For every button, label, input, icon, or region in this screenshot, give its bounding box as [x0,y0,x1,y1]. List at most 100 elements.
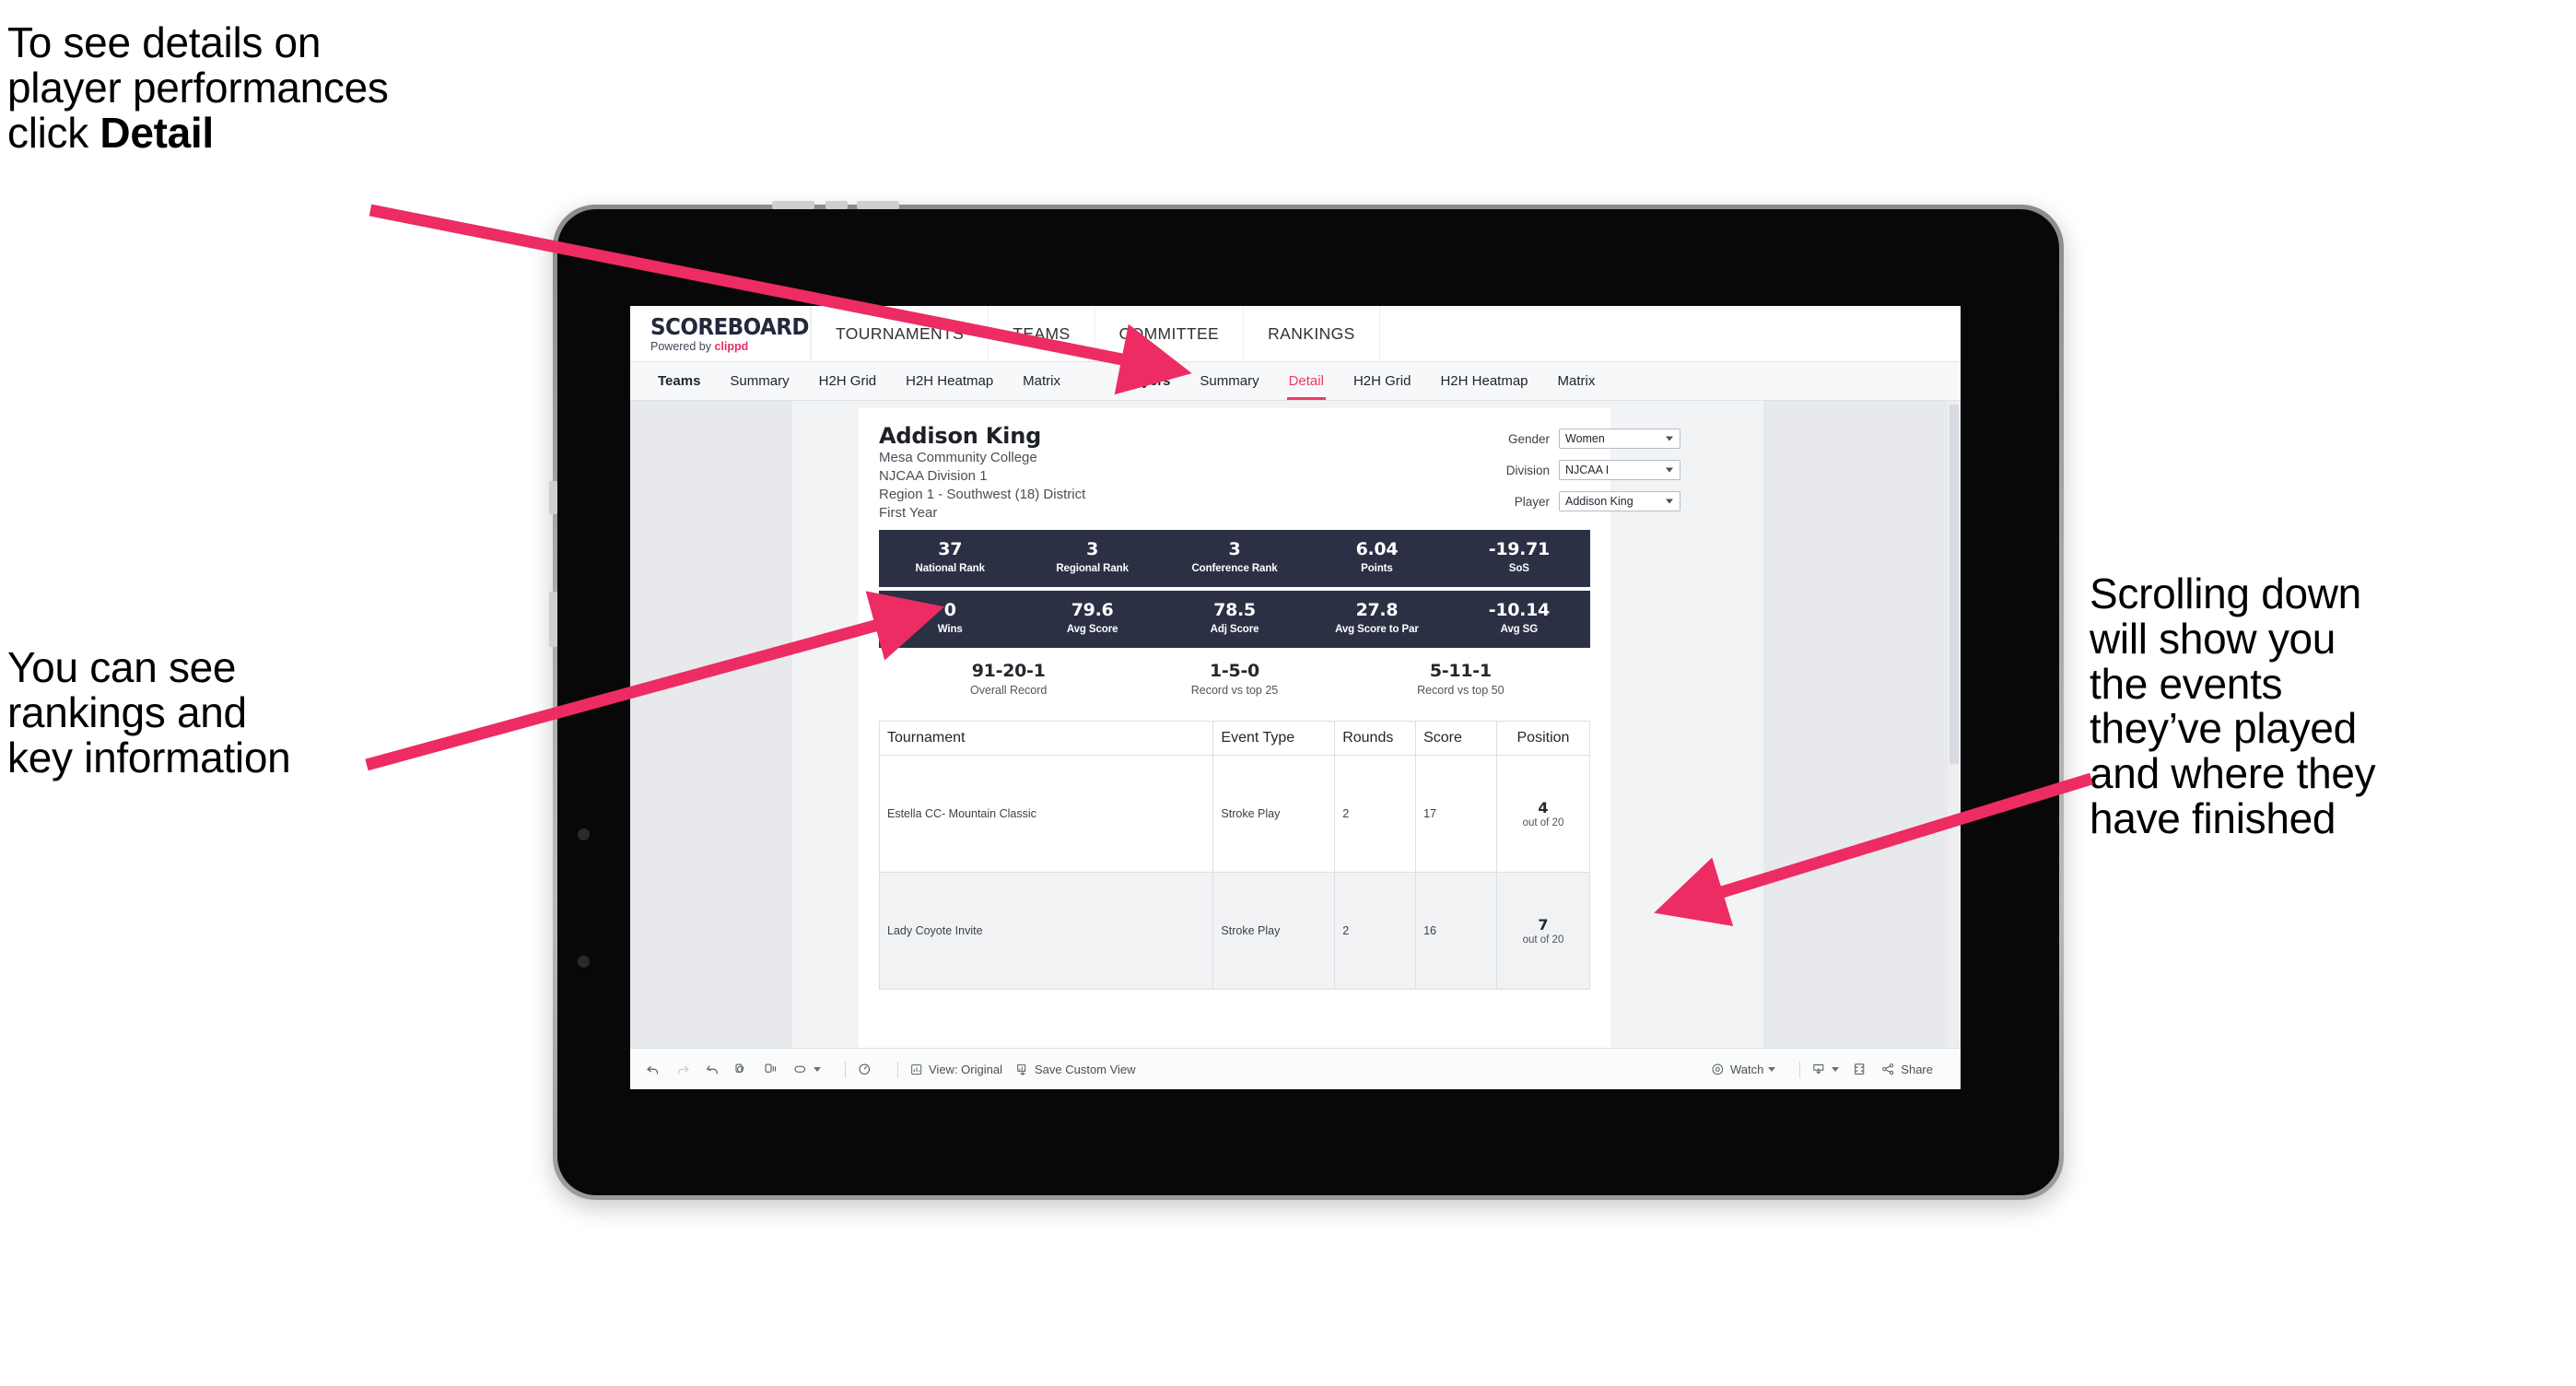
stat-regional-rank: 3 Regional Rank [1021,539,1163,576]
stat-value: 78.5 [1213,600,1256,621]
record-vs-top-25: 1-5-0 Record vs top 25 [1121,661,1347,698]
cell-rounds: 2 [1334,872,1417,991]
player-year: First Year [879,504,938,521]
cell-rounds: 2 [1334,755,1417,874]
cell-score: 16 [1415,872,1497,991]
position-out-of: out of 20 [1522,934,1564,946]
tab-teams-h2h-grid[interactable]: H2H Grid [804,362,892,400]
column-header-rounds[interactable]: Rounds [1334,721,1417,757]
tab-teams-summary[interactable]: Summary [715,362,803,400]
app-header: SCOREBOARD Powered by clippd TOURNAMENTS… [630,306,1961,362]
table-row[interactable]: Estella CC- Mountain Classic Stroke Play… [878,755,1591,874]
device-button-side-volume [549,481,557,514]
nav-item-tournaments[interactable]: TOURNAMENTS [811,306,989,361]
device-button-side-power [549,592,557,647]
filter-row-gender: Gender Women [1496,429,1680,449]
vertical-scrollbar[interactable] [1948,401,1961,1048]
filter-row-division: Division NJCAA I [1496,460,1680,480]
stat-label: Avg SG [1500,623,1539,635]
column-header-score[interactable]: Score [1415,721,1497,757]
stat-label: National Rank [915,562,985,574]
stat-value: 6.04 [1355,539,1399,560]
tab-players-detail[interactable]: Detail [1274,362,1339,400]
stat-bar-scoring: 0 Wins 79.6 Avg Score 78.5 Adj Score 27.… [879,590,1590,648]
nav-item-rankings[interactable]: RANKINGS [1244,306,1380,361]
brand-logo[interactable]: SCOREBOARD Powered by clippd [630,306,811,361]
toolbar-divider [845,1061,846,1078]
player-name: Addison King [879,423,1042,449]
filter-panel: Gender Women Division NJCAA I Player Add… [1496,429,1680,523]
stat-label: Avg Score [1066,623,1118,635]
tab-teams-h2h-heatmap[interactable]: H2H Heatmap [891,362,1008,400]
stat-value: 79.6 [1071,600,1114,621]
stat-label: Wins [937,623,963,635]
player-detail-card: Addison King Mesa Community College NJCA… [859,408,1680,1048]
filter-select-player[interactable]: Addison King [1559,491,1680,511]
stat-label: SoS [1508,562,1529,574]
chevron-down-icon [1768,1067,1776,1072]
save-custom-view-button[interactable]: Save Custom View [1015,1063,1136,1077]
brand-powered-prefix: Powered by [650,339,715,353]
column-header-position[interactable]: Position [1495,721,1591,757]
cell-score: 17 [1415,755,1497,874]
tab-players-summary[interactable]: Summary [1185,362,1273,400]
player-division: NJCAA Division 1 [879,468,988,485]
tab-strip: Teams Summary H2H Grid H2H Heatmap Matri… [630,362,1961,401]
tab-players-matrix[interactable]: Matrix [1543,362,1610,400]
redo-button[interactable] [674,1062,691,1078]
tab-players-h2h-grid[interactable]: H2H Grid [1339,362,1426,400]
download-button[interactable] [1811,1062,1840,1077]
stat-points: 6.04 Points [1306,539,1447,576]
nav-item-teams[interactable]: TEAMS [989,306,1095,361]
nav-item-committee[interactable]: COMMITTEE [1095,306,1245,361]
device-button-top-a [772,201,814,209]
reset-button[interactable] [857,1062,873,1078]
content-area: Addison King Mesa Community College NJCA… [630,401,1961,1048]
device-button-top-b [825,201,848,209]
refresh-data-button[interactable] [733,1062,750,1078]
filter-label-division: Division [1505,463,1550,477]
chevron-down-icon [1832,1067,1840,1072]
annotation-mid-left: You can see rankings and key information [7,643,291,781]
position-number: 4 [1538,799,1549,817]
player-header: Addison King Mesa Community College NJCA… [879,423,1680,523]
toolbar-divider [1799,1061,1801,1078]
pause-updates-button[interactable] [763,1062,779,1078]
filter-select-division[interactable]: NJCAA I [1559,460,1680,480]
bottom-toolbar: View: Original Save Custom View Watch Sh… [630,1048,1961,1089]
column-header-tournament[interactable]: Tournament [878,721,1214,757]
save-custom-view-label: Save Custom View [1034,1063,1136,1076]
filter-label-player: Player [1514,494,1550,509]
pan-mode-button[interactable] [792,1062,821,1078]
tab-players-h2h-heatmap[interactable]: H2H Heatmap [1425,362,1542,400]
chevron-down-icon [1666,467,1673,473]
revert-button[interactable] [704,1062,720,1078]
table-row[interactable]: Lady Coyote Invite Stroke Play 2 16 7 ou… [878,872,1591,991]
watch-button[interactable]: Watch [1711,1063,1776,1077]
stat-national-rank: 37 National Rank [879,539,1021,576]
scrollbar-thumb[interactable] [1950,405,1959,764]
filter-select-gender[interactable]: Women [1559,429,1680,449]
share-button[interactable]: Share [1880,1062,1933,1077]
column-header-event-type[interactable]: Event Type [1212,721,1336,757]
cell-event-type: Stroke Play [1212,755,1336,874]
tab-group-teams: Teams Summary H2H Grid H2H Heatmap Matri… [643,362,1075,400]
tab-teams[interactable]: Teams [643,362,715,400]
undo-button[interactable] [645,1062,662,1078]
tournament-results-table: Tournament Event Type Rounds Score Posit… [878,721,1591,991]
tab-players[interactable]: Players [1107,362,1185,400]
record-label: Record vs top 25 [1190,684,1279,698]
tab-teams-matrix[interactable]: Matrix [1008,362,1075,400]
stat-value: 37 [938,539,963,560]
fullscreen-button[interactable] [1852,1062,1868,1077]
filter-row-player: Player Addison King [1496,491,1680,511]
brand-subtitle: Powered by clippd [650,341,810,353]
dashboard-canvas: Addison King Mesa Community College NJCA… [792,401,1763,1048]
stat-value: 0 [943,600,956,621]
stat-value: -19.71 [1488,539,1550,560]
position-out-of: out of 20 [1522,817,1564,829]
view-original-button[interactable]: View: Original [909,1063,1002,1077]
annotation-top-left-bold: Detail [100,108,214,157]
record-value: 91-20-1 [971,660,1046,681]
stat-value: 3 [1228,539,1241,560]
